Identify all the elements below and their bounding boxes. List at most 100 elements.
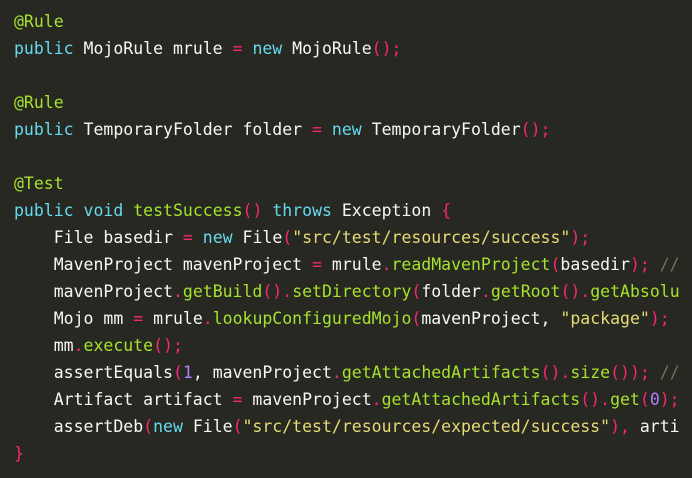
code-token-method: size	[570, 363, 611, 382]
code-token-operator: =	[182, 228, 193, 247]
code-token-default: , mavenProject	[192, 363, 332, 382]
code-token-operator: .	[202, 309, 213, 328]
code-token-comment: //	[659, 255, 680, 274]
code-line[interactable]: public void testSuccess() throws Excepti…	[14, 197, 680, 224]
code-token-default: folder	[421, 282, 481, 301]
code-token-method: setDirectory	[292, 282, 412, 301]
code-token-operator: ();	[153, 336, 183, 355]
code-token-keyword: new	[153, 417, 183, 436]
code-token-default: assertDeb	[14, 417, 144, 436]
code-line[interactable]: MavenProject mavenProject = mrule.readMa…	[14, 251, 680, 278]
code-token-default: File	[182, 417, 233, 436]
code-token-operator: .	[381, 255, 392, 274]
code-token-operator: );	[649, 309, 670, 328]
code-token-default: MojoRule	[282, 39, 372, 58]
code-token-default: MavenProject mavenProject	[14, 255, 313, 274]
code-token-operator: (	[282, 228, 293, 247]
code-token-keyword: public	[14, 201, 74, 220]
code-token-operator: .	[172, 282, 183, 301]
code-line[interactable]: }	[14, 440, 680, 467]
code-token-keyword: new	[252, 39, 283, 58]
code-token-default: basedir	[560, 255, 630, 274]
code-token-number: 0	[649, 390, 660, 409]
code-token-string: "src/test/resources/expected/success"	[242, 417, 611, 436]
code-token-default: Artifact artifact	[14, 390, 233, 409]
code-line[interactable]: assertDeb(new File("src/test/resources/e…	[14, 413, 680, 440]
code-token-method: readMavenProject	[391, 255, 551, 274]
code-token-default: mavenProject,	[421, 309, 561, 328]
code-token-operator: ();	[371, 39, 402, 58]
code-token-string: "src/test/resources/success"	[292, 228, 571, 247]
code-token-method: getBuild	[182, 282, 263, 301]
code-token-operator: ().	[580, 390, 611, 409]
code-token-operator: .	[371, 390, 382, 409]
code-token-default: File	[232, 228, 283, 247]
code-line[interactable]: Artifact artifact = mavenProject.getAtta…	[14, 386, 680, 413]
code-token-operator: (	[411, 309, 422, 328]
code-token-default	[123, 201, 133, 220]
code-view[interactable]: @Rule public MojoRule mrule = new MojoRul…	[14, 8, 680, 467]
code-token-operator: {	[441, 201, 452, 220]
code-token-annotation: @Test	[14, 174, 64, 193]
code-token-number: 1	[182, 363, 193, 382]
code-token-operator: (	[172, 363, 183, 382]
code-token-method: execute	[83, 336, 154, 355]
code-token-default	[322, 120, 332, 139]
code-line[interactable]: @Rule	[14, 89, 680, 116]
code-line[interactable]: assertEquals(1, mavenProject.getAttached…	[14, 359, 680, 386]
code-token-method: getRoot	[490, 282, 561, 301]
code-token-operator: );	[659, 390, 680, 409]
code-token-default	[650, 363, 660, 382]
code-token-method: get	[610, 390, 640, 409]
code-token-operator: );	[570, 228, 591, 247]
code-token-default: mrule	[143, 309, 203, 328]
code-token-default: Exception	[331, 201, 442, 220]
code-token-keyword: void	[83, 201, 124, 220]
code-token-default: arti	[629, 417, 680, 436]
code-token-annotation: @Rule	[14, 93, 64, 112]
code-token-operator: (	[232, 417, 243, 436]
code-token-keyword: new	[331, 120, 362, 139]
code-token-default: TemporaryFolder	[361, 120, 521, 139]
code-line[interactable]: mavenProject.getBuild().setDirectory(fol…	[14, 278, 680, 305]
code-token-default	[262, 201, 272, 220]
code-token-operator: (	[143, 417, 154, 436]
code-token-annotation: @Rule	[14, 12, 64, 31]
code-token-method: getAttachedArtifacts	[341, 363, 541, 382]
code-editor[interactable]: @Rule public MojoRule mrule = new MojoRul…	[0, 0, 692, 478]
code-line[interactable]: @Test	[14, 170, 680, 197]
code-token-method: lookupConfiguredMojo	[212, 309, 412, 328]
code-token-default	[74, 201, 84, 220]
code-token-operator: =	[232, 39, 243, 58]
code-token-operator: (	[639, 390, 650, 409]
code-token-operator: .	[73, 336, 84, 355]
code-line[interactable]: public MojoRule mrule = new MojoRule();	[14, 35, 680, 62]
code-token-string: "package"	[560, 309, 650, 328]
code-token-operator: =	[312, 120, 322, 139]
code-token-operator: .	[331, 363, 342, 382]
code-token-method: getAttachedArtifacts	[381, 390, 581, 409]
code-token-operator: =	[232, 390, 243, 409]
code-line[interactable]: @Rule	[14, 8, 680, 35]
code-token-operator: ().	[540, 363, 571, 382]
code-line[interactable]: File basedir = new File("src/test/resour…	[14, 224, 680, 251]
code-token-operator: ()	[242, 201, 263, 220]
code-token-default: mavenProject	[242, 390, 372, 409]
code-token-default: File basedir	[14, 228, 183, 247]
code-token-default: Mojo mm	[14, 309, 134, 328]
code-token-default: assertEquals	[14, 363, 173, 382]
code-token-operator: ),	[610, 417, 630, 436]
code-token-default	[650, 255, 660, 274]
code-line[interactable]	[14, 143, 680, 170]
code-line[interactable]	[14, 62, 680, 89]
code-token-operator: =	[133, 309, 144, 328]
code-token-default	[243, 39, 253, 58]
code-token-operator: (	[411, 282, 422, 301]
code-token-operator: (	[550, 255, 561, 274]
code-token-method: getAbsolu	[590, 282, 680, 301]
code-token-operator: );	[629, 255, 650, 274]
code-token-default: mm	[14, 336, 74, 355]
code-line[interactable]: mm.execute();	[14, 332, 680, 359]
code-line[interactable]: public TemporaryFolder folder = new Temp…	[14, 116, 680, 143]
code-line[interactable]: Mojo mm = mrule.lookupConfiguredMojo(mav…	[14, 305, 680, 332]
